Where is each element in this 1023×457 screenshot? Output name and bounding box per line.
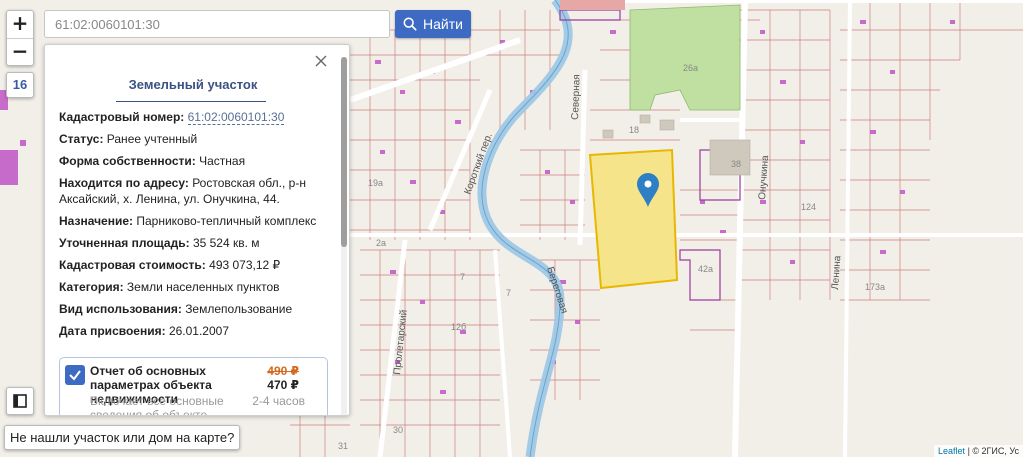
- detail-label: Назначение:: [59, 214, 134, 228]
- detail-area: Уточненная площадь: 35 524 кв. м: [59, 235, 331, 251]
- detail-label: Кадастровая стоимость:: [59, 258, 206, 272]
- search-input[interactable]: [44, 10, 390, 38]
- house-number: 18: [629, 125, 639, 135]
- zoom-out-button[interactable]: −: [7, 38, 33, 65]
- search-button[interactable]: Найти: [395, 10, 471, 38]
- house-number: 2а: [376, 238, 386, 248]
- street-label-severnaya: Северная: [570, 74, 583, 120]
- report-term: 2-4 часов: [252, 394, 305, 408]
- fullscreen-button[interactable]: [6, 387, 34, 415]
- scrollbar-thumb[interactable]: [341, 57, 347, 247]
- detail-value: Частная: [199, 154, 246, 168]
- report-checkbox[interactable]: [65, 365, 85, 385]
- close-icon[interactable]: [313, 53, 329, 69]
- house-number: 7: [506, 288, 511, 298]
- detail-value: 493 073,12 ₽: [209, 258, 281, 272]
- detail-label: Статус:: [59, 132, 104, 146]
- report-description: Включает все основные сведения об объект…: [90, 394, 224, 416]
- house-number: 124: [801, 202, 816, 212]
- house-number: 12б: [451, 322, 466, 332]
- detail-value: Земли населенных пунктов: [126, 280, 280, 294]
- detail-category: Категория: Земли населенных пунктов: [59, 279, 331, 295]
- detail-address: Находится по адресу: Ростовская обл., р-…: [59, 175, 331, 207]
- title-underline: [116, 101, 266, 102]
- detail-assigned-date: Дата присвоения: 26.01.2007: [59, 323, 331, 339]
- detail-label: Форма собственности:: [59, 154, 196, 168]
- leaflet-link[interactable]: Leaflet: [938, 446, 965, 456]
- detail-value: Ранее учтенный: [106, 132, 198, 146]
- house-number: 7: [460, 272, 465, 282]
- detail-purpose: Назначение: Парниково-тепличный комплекс: [59, 213, 331, 229]
- detail-label: Уточненная площадь:: [59, 236, 190, 250]
- panel-scrollbar[interactable]: [341, 57, 347, 415]
- selected-parcel[interactable]: [588, 148, 679, 290]
- house-number: 30: [393, 425, 403, 435]
- detail-label: Находится по адресу:: [59, 176, 189, 190]
- detail-usage: Вид использования: Землепользование: [59, 301, 331, 317]
- house-number: 173а: [865, 282, 885, 292]
- parcel-info-panel: Земельный участок Кадастровый номер: 61:…: [44, 44, 350, 416]
- parcel-details: Кадастровый номер: 61:02:0060101:30 Стат…: [59, 109, 331, 345]
- detail-label: Кадастровый номер:: [59, 110, 185, 124]
- detail-status: Статус: Ранее учтенный: [59, 131, 331, 147]
- search-icon: [403, 17, 417, 31]
- detail-label: Дата присвоения:: [59, 324, 166, 338]
- search-button-label: Найти: [423, 16, 463, 32]
- zoom-in-button[interactable]: +: [7, 11, 33, 38]
- report-option-card[interactable]: Отчет об основных параметрах объекта нед…: [59, 357, 328, 416]
- house-number: 42а: [698, 264, 713, 274]
- detail-ownership: Форма собственности: Частная: [59, 153, 331, 169]
- report-old-price: 490 ₽: [267, 364, 299, 378]
- detail-value: Землепользование: [185, 302, 293, 316]
- top-block: [560, 0, 625, 10]
- map-attribution: Leaflet | © 2ГИС, Ус: [934, 445, 1023, 457]
- green-area: [629, 4, 741, 111]
- house-number: 26а: [683, 63, 698, 73]
- check-icon: [69, 370, 81, 381]
- fullscreen-icon: [13, 394, 27, 408]
- detail-cadastral-value: Кадастровая стоимость: 493 073,12 ₽: [59, 257, 331, 273]
- attribution-text: | © 2ГИС, Ус: [965, 446, 1019, 456]
- detail-value: Парниково-тепличный комплекс: [136, 214, 317, 228]
- detail-label: Вид использования:: [59, 302, 182, 316]
- detail-value: 35 524 кв. м: [192, 236, 260, 250]
- cadastral-number-link[interactable]: 61:02:0060101:30: [187, 110, 285, 125]
- zoom-control: + −: [6, 10, 34, 66]
- not-found-button[interactable]: Не нашли участок или дом на карте?: [4, 425, 241, 450]
- house-number: 19а: [368, 178, 383, 188]
- report-new-price: 470 ₽: [267, 378, 299, 392]
- zoom-level-badge: 16: [6, 72, 34, 98]
- detail-cadastral-number: Кадастровый номер: 61:02:0060101:30: [59, 109, 331, 125]
- detail-value: 26.01.2007: [168, 324, 229, 338]
- house-number: 38: [731, 159, 741, 169]
- detail-label: Категория:: [59, 280, 124, 294]
- panel-title: Земельный участок: [128, 77, 258, 92]
- house-number: 31: [338, 441, 348, 451]
